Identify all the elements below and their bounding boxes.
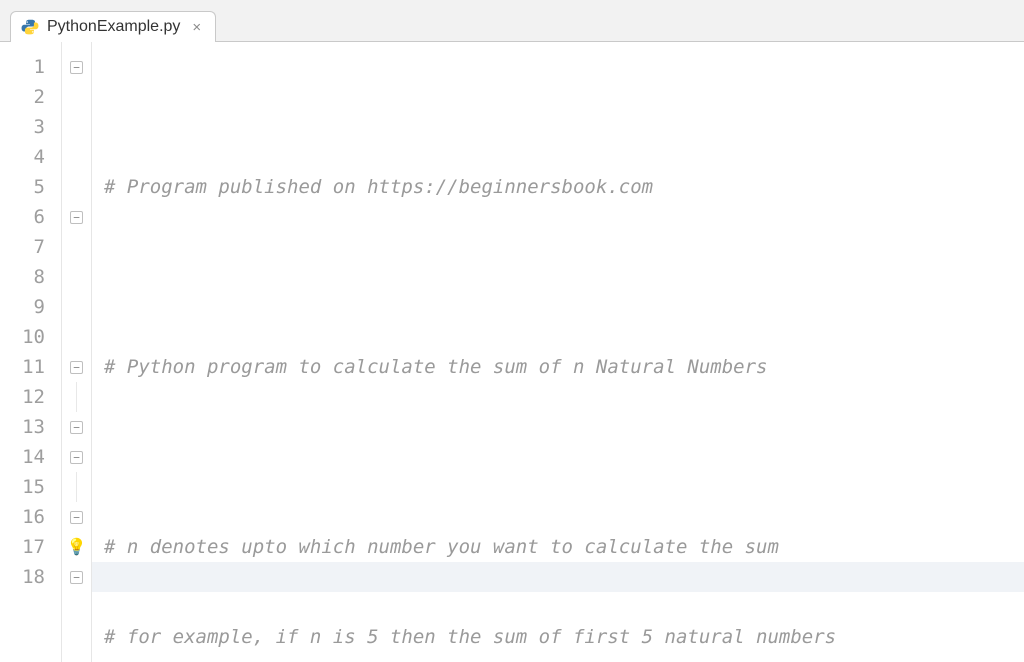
fold-toggle-icon[interactable]: − (70, 211, 83, 224)
line-number[interactable]: 15 (0, 472, 45, 502)
code-text: # Python program to calculate the sum of… (104, 356, 767, 378)
line-number[interactable]: 7 (0, 232, 45, 262)
tab-bar: PythonExample.py × (0, 0, 1024, 42)
fold-toggle-icon[interactable]: − (70, 571, 83, 584)
fold-toggle-icon[interactable]: − (70, 451, 83, 464)
line-number[interactable]: 12 (0, 382, 45, 412)
line-number[interactable]: 4 (0, 142, 45, 172)
fold-toggle-icon[interactable]: − (70, 511, 83, 524)
line-number[interactable]: 17 (0, 532, 45, 562)
editor-tab[interactable]: PythonExample.py × (10, 11, 216, 42)
close-icon[interactable]: × (192, 19, 201, 36)
code-editor[interactable]: 1 2 3 4 5 6 7 8 9 10 11 12 13 14 15 16 1… (0, 42, 1024, 662)
fold-gutter: − − − − − − 💡 − (62, 42, 92, 662)
fold-guide (76, 382, 77, 412)
line-number[interactable]: 3 (0, 112, 45, 142)
python-file-icon (21, 18, 39, 36)
line-number[interactable]: 14 (0, 442, 45, 472)
line-number[interactable]: 18 (0, 562, 45, 592)
code-text: # for example, if n is 5 then the sum of… (104, 626, 836, 648)
line-number[interactable]: 2 (0, 82, 45, 112)
code-text: # Program published on https://beginners… (104, 176, 653, 198)
line-number[interactable]: 6 (0, 202, 45, 232)
line-number[interactable]: 8 (0, 262, 45, 292)
line-number[interactable]: 5 (0, 172, 45, 202)
line-number[interactable]: 9 (0, 292, 45, 322)
line-number[interactable]: 16 (0, 502, 45, 532)
intention-bulb-icon[interactable]: 💡 (67, 532, 87, 562)
fold-toggle-icon[interactable]: − (70, 361, 83, 374)
line-number-gutter: 1 2 3 4 5 6 7 8 9 10 11 12 13 14 15 16 1… (0, 42, 62, 662)
line-number[interactable]: 11 (0, 352, 45, 382)
tab-filename: PythonExample.py (47, 18, 180, 36)
code-area[interactable]: # Program published on https://beginners… (92, 42, 1024, 662)
line-number[interactable]: 10 (0, 322, 45, 352)
fold-toggle-icon[interactable]: − (70, 61, 83, 74)
fold-toggle-icon[interactable]: − (70, 421, 83, 434)
line-number[interactable]: 13 (0, 412, 45, 442)
line-number[interactable]: 1 (0, 52, 45, 82)
current-line-highlight (92, 562, 1024, 592)
code-text: # n denotes upto which number you want t… (104, 536, 779, 558)
fold-guide (76, 472, 77, 502)
